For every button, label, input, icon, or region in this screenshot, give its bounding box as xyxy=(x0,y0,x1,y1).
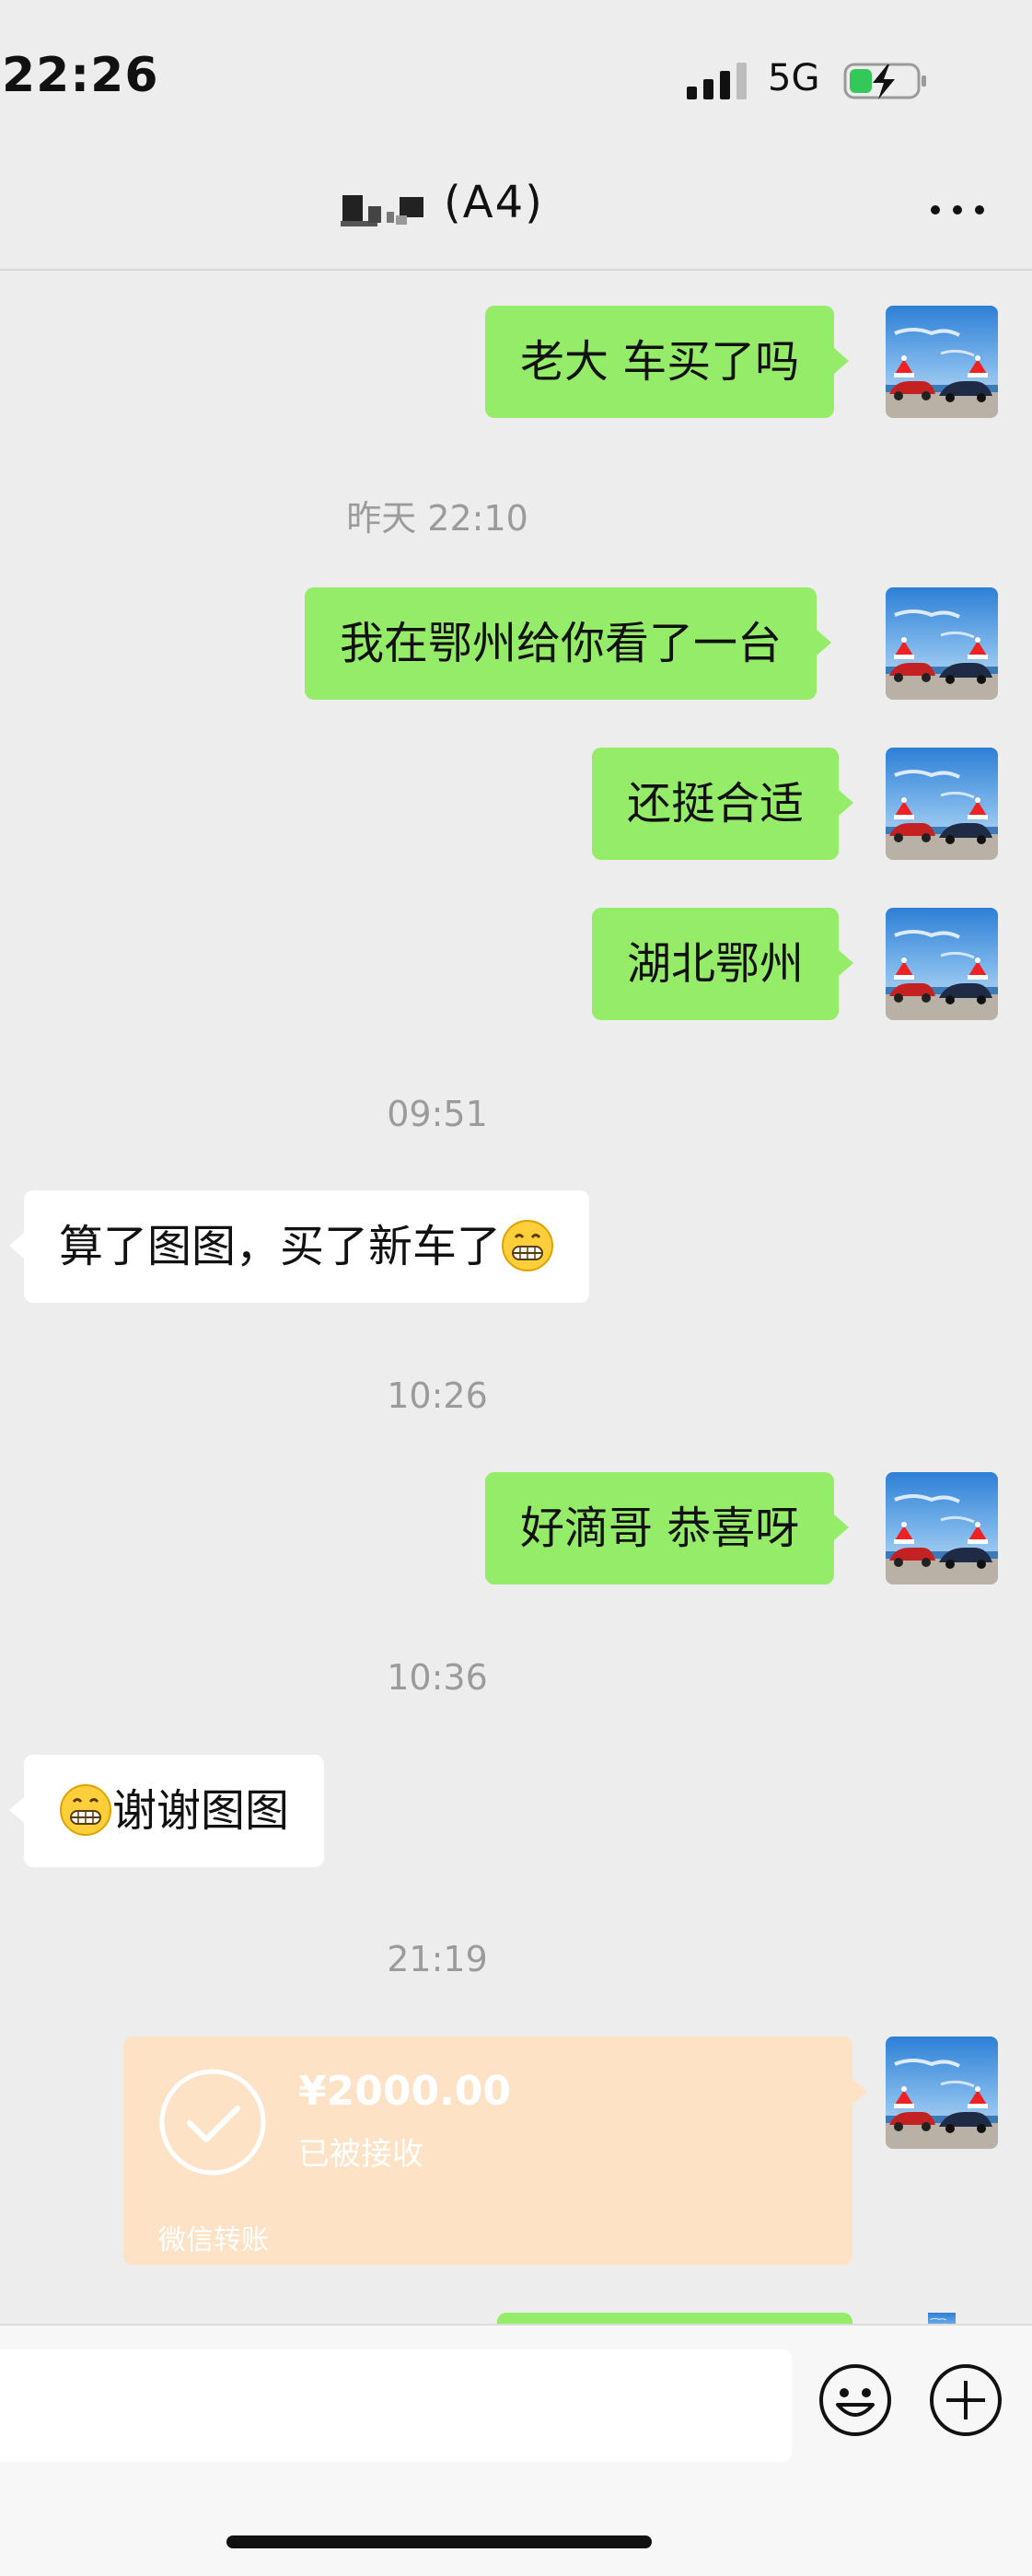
transfer-label: 微信转账 xyxy=(158,2224,269,2257)
message-text: 算了图图，买了新车了 xyxy=(59,1221,502,1272)
contact-name-redacted xyxy=(341,195,423,226)
home-indicator[interactable] xyxy=(226,2535,652,2548)
transfer-status: 已被接收 xyxy=(298,2136,423,2173)
my-avatar[interactable] xyxy=(886,1472,998,1584)
message-bubble[interactable]: 我在鄂州给你看了一台 xyxy=(305,587,832,700)
my-avatar[interactable] xyxy=(886,587,998,700)
transfer-card[interactable]: ¥2000.00 已被接收 微信转账 xyxy=(123,2036,867,2265)
grinning-face-icon xyxy=(59,1783,112,1837)
message-bubble-incoming[interactable]: 谢谢图图 xyxy=(8,1755,325,1867)
status-bar: 22:26 5G xyxy=(0,0,1032,157)
message-timestamp: 昨天 22:10 xyxy=(346,498,528,539)
message-bubble[interactable]: 湖北鄂州 xyxy=(592,908,854,1020)
plus-icon[interactable] xyxy=(928,2362,1003,2438)
network-type: 5G xyxy=(768,57,820,99)
message-input[interactable] xyxy=(0,2350,792,2462)
message-timestamp: 21:19 xyxy=(387,1939,488,1979)
message-timestamp: 10:26 xyxy=(387,1375,488,1416)
more-icon[interactable] xyxy=(921,184,994,236)
my-avatar[interactable] xyxy=(886,748,998,860)
input-bar xyxy=(0,2324,1032,2576)
signal-icon xyxy=(687,63,747,99)
message-bubble-incoming[interactable]: 算了图图，买了新车了 xyxy=(8,1190,590,1303)
message-bubble[interactable]: 好滴哥 恭喜呀 xyxy=(485,1472,850,1584)
check-icon xyxy=(159,2069,266,2176)
my-avatar[interactable] xyxy=(886,908,998,1020)
my-avatar[interactable] xyxy=(886,2036,998,2149)
emoji-icon[interactable] xyxy=(817,2362,893,2438)
chat-title[interactable]: (A4) xyxy=(444,177,544,228)
my-avatar[interactable] xyxy=(886,306,998,418)
message-text: 谢谢图图 xyxy=(112,1785,290,1837)
message-bubble[interactable]: 老大 车买了吗 xyxy=(485,306,850,418)
message-timestamp: 10:36 xyxy=(387,1657,488,1698)
transfer-amount: ¥2000.00 xyxy=(298,2068,512,2115)
message-timestamp: 09:51 xyxy=(387,1094,488,1134)
message-bubble[interactable]: 还挺合适 xyxy=(592,748,854,860)
battery-icon xyxy=(843,63,926,99)
status-time: 22:26 xyxy=(2,48,159,103)
grinning-face-icon xyxy=(501,1219,554,1272)
chat-header: (A4) xyxy=(0,157,1032,271)
